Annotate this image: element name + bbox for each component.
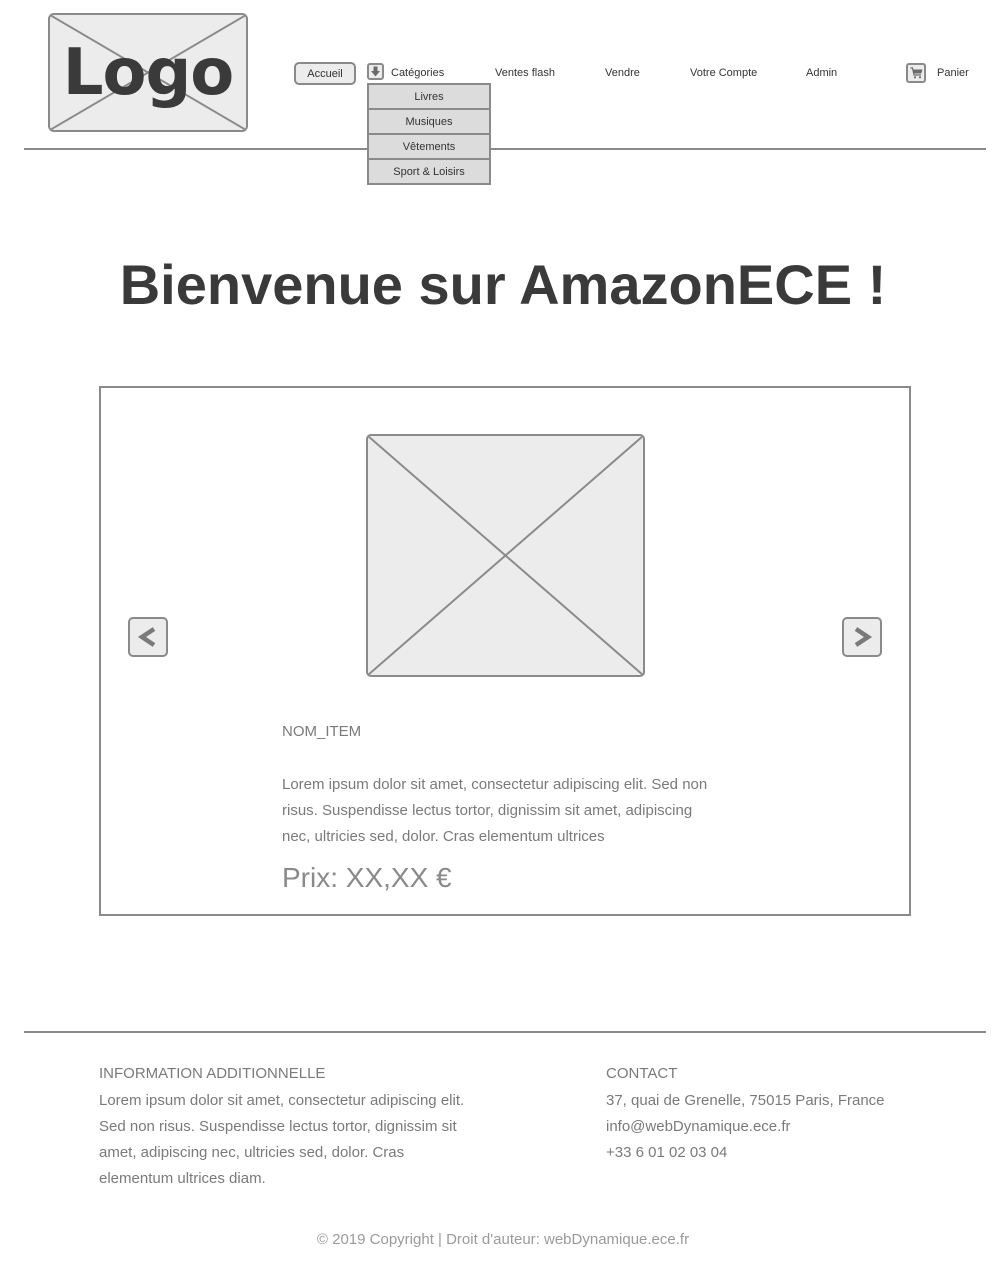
nav-home-button[interactable]: Accueil (294, 62, 356, 85)
item-description: Lorem ipsum dolor sit amet, consectetur … (282, 776, 708, 845)
footer-contact-address: 37, quai de Grenelle, 75015 Paris, Franc… (606, 1092, 885, 1109)
nav-sell[interactable]: Vendre (605, 67, 640, 79)
footer-contact-phone: +33 6 01 02 03 04 (606, 1144, 728, 1161)
dropdown-item-sports[interactable]: Sport & Loisirs (367, 158, 491, 185)
chevron-right-icon (854, 627, 873, 647)
dropdown-item-clothing[interactable]: Vêtements (367, 133, 491, 160)
nav-admin[interactable]: Admin (806, 67, 837, 79)
footer-info-title: INFORMATION ADDITIONNELLE (99, 1065, 326, 1082)
logo-placeholder[interactable]: Logo (48, 13, 248, 132)
carousel-prev-button[interactable] (128, 617, 168, 657)
item-name: NOM_ITEM (282, 723, 362, 740)
header-divider (24, 148, 986, 150)
placeholder-cross-icon (368, 436, 643, 675)
footer-contact-email[interactable]: info@webDynamique.ece.fr (606, 1114, 790, 1140)
footer-copyright: © 2019 Copyright | Droit d'auteur: webDy… (316, 1231, 690, 1248)
page-title: Bienvenue sur AmazonECE ! (119, 253, 887, 316)
nav-categories[interactable]: Catégories (391, 67, 444, 79)
logo-text: Logo (62, 35, 235, 110)
nav-account[interactable]: Votre Compte (690, 67, 757, 79)
nav-flash-sales[interactable]: Ventes flash (495, 67, 555, 79)
nav-cart[interactable]: Panier (937, 67, 969, 79)
footer-divider (24, 1031, 986, 1033)
item-price: Prix: XX,XX € (282, 862, 452, 893)
categories-dropdown: Livres Musiques Vêtements Sport & Loisir… (367, 83, 491, 185)
shopping-cart-icon[interactable] (906, 63, 926, 83)
footer-contact-title: CONTACT (606, 1065, 678, 1082)
arrow-down-icon[interactable] (367, 63, 384, 80)
footer-info-text: Lorem ipsum dolor sit amet, consectetur … (99, 1092, 465, 1187)
dropdown-item-music[interactable]: Musiques (367, 108, 491, 135)
carousel-next-button[interactable] (842, 617, 882, 657)
chevron-left-icon (137, 627, 156, 647)
product-image-placeholder[interactable] (366, 434, 645, 677)
dropdown-item-books[interactable]: Livres (367, 83, 491, 110)
